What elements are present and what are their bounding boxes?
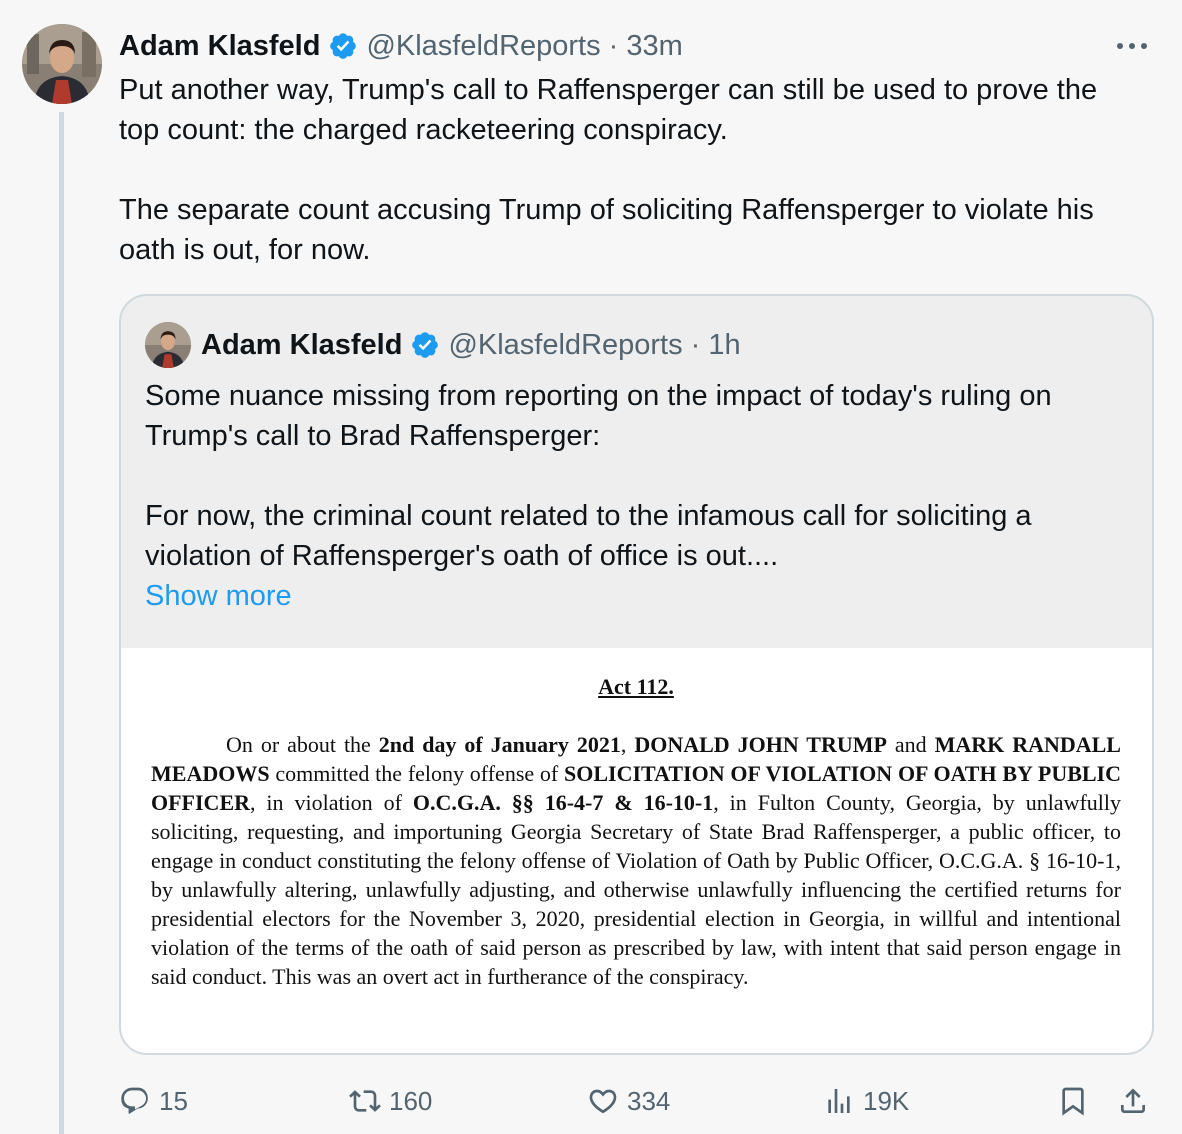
reply-count: 15 <box>159 1085 188 1116</box>
tweet-text: Put another way, Trump's call to Raffens… <box>119 70 1129 270</box>
show-more-link[interactable]: Show more <box>145 576 1135 616</box>
bookmark-button[interactable] <box>1057 1078 1097 1124</box>
author-avatar[interactable] <box>22 24 102 104</box>
verified-badge-icon <box>330 33 357 59</box>
quoted-author-avatar <box>145 322 191 368</box>
verified-badge-icon <box>412 332 439 358</box>
author-handle-time[interactable]: @KlasfeldReports · 33m <box>366 30 682 63</box>
document-body: On or about the 2nd day of January 2021,… <box>151 730 1121 991</box>
bookmark-icon <box>1062 1087 1084 1116</box>
views-count: 19K <box>863 1085 910 1116</box>
share-icon <box>1121 1088 1145 1113</box>
document-text: committed the felony offense of <box>269 761 565 786</box>
quoted-author-name: Adam Klasfeld <box>201 328 403 361</box>
quoted-paragraph: For now, the criminal count related to t… <box>145 500 1032 572</box>
repost-icon <box>349 1090 381 1112</box>
share-button[interactable] <box>1117 1078 1157 1124</box>
repost-button[interactable]: 160 <box>349 1078 432 1124</box>
document-text: On or about the <box>226 732 379 757</box>
document-title: Act 112. <box>598 674 674 699</box>
document-bold-text: 2nd day of January 2021 <box>378 732 621 757</box>
like-button[interactable]: 334 <box>587 1078 670 1124</box>
quoted-tweet[interactable]: Adam Klasfeld @KlasfeldReports · 1h Some… <box>119 294 1154 1055</box>
document-bold-text: DONALD JOHN TRUMP <box>634 732 887 757</box>
more-options-icon[interactable] <box>1112 28 1152 64</box>
document-image[interactable]: Act 112. On or about the 2nd day of Janu… <box>121 648 1152 1053</box>
author-name[interactable]: Adam Klasfeld <box>119 30 320 63</box>
views-button[interactable]: 19K <box>823 1078 909 1124</box>
repost-count: 160 <box>389 1085 433 1116</box>
views-icon <box>828 1089 850 1113</box>
quoted-tweet-header: Adam Klasfeld @KlasfeldReports · 1h <box>145 322 741 368</box>
reply-button[interactable]: 15 <box>119 1078 188 1124</box>
heart-icon <box>589 1089 617 1114</box>
tweet-paragraph: Put another way, Trump's call to Raffens… <box>119 74 1098 146</box>
tweet-paragraph: The separate count accusing Trump of sol… <box>119 194 1094 266</box>
document-text: , in violation of <box>250 790 413 815</box>
tweet-header: Adam Klasfeld @KlasfeldReports · 33m <box>119 26 683 66</box>
document-bold-text: O.C.G.A. §§ 16-4-7 & 16-10-1 <box>412 790 714 815</box>
quoted-tweet-text: Some nuance missing from reporting on th… <box>145 376 1135 616</box>
like-count: 334 <box>627 1085 671 1116</box>
document-text: , in Fulton County, Georgia, by unlawful… <box>151 790 1122 989</box>
document-text: and <box>886 732 935 757</box>
quoted-author-handle-time: @KlasfeldReports · 1h <box>448 328 741 361</box>
quoted-paragraph: Some nuance missing from reporting on th… <box>145 380 1052 452</box>
thread-line <box>59 112 64 1134</box>
action-bar: 15 160 334 19K <box>119 1078 1159 1124</box>
document-text: , <box>620 732 635 757</box>
reply-icon <box>121 1087 148 1114</box>
